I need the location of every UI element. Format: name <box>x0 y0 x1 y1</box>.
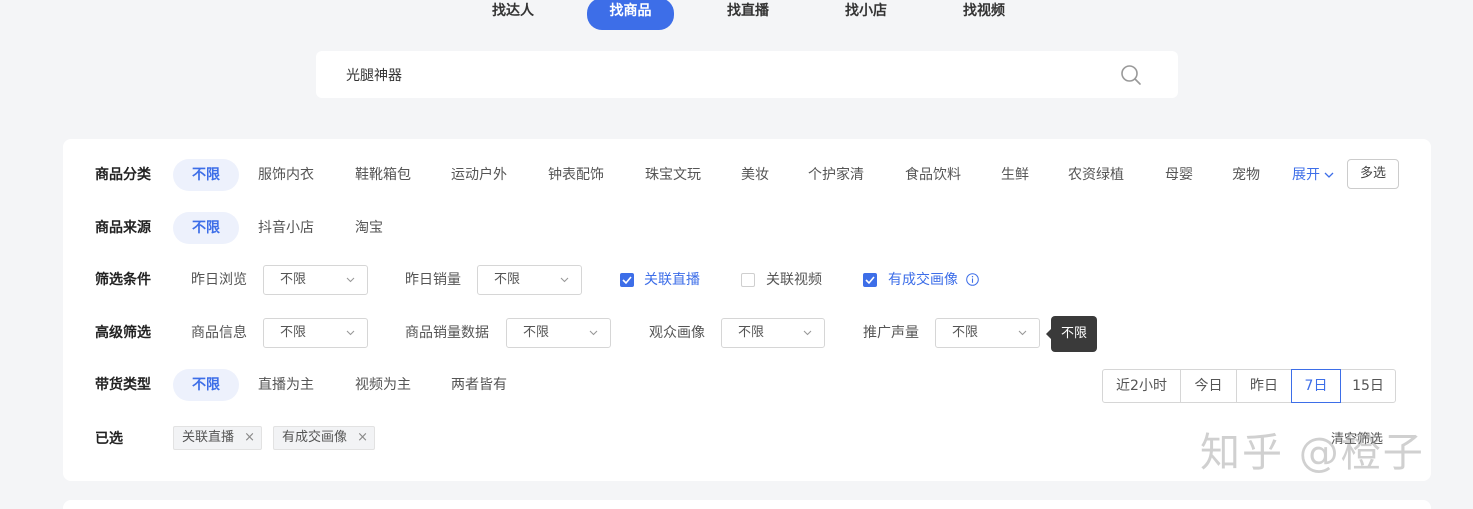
clear-filters-link[interactable]: 清空筛选 <box>1331 428 1383 447</box>
tab-find-shop[interactable]: 找小店 <box>831 0 901 30</box>
conditions-row: 筛选条件 昨日浏览 不限 昨日销量 不限 关联直播 关联视频 有成交画像 <box>63 265 1431 297</box>
chevron-down-icon <box>1018 330 1027 336</box>
source-option-all[interactable]: 不限 <box>173 212 239 244</box>
search-icon[interactable] <box>1120 64 1142 86</box>
close-icon[interactable]: × <box>244 427 255 449</box>
source-row: 商品来源 不限 抖音小店 淘宝 <box>63 212 1431 244</box>
yesterday-views-value: 不限 <box>280 272 307 287</box>
category-option[interactable]: 美妆 <box>741 159 769 191</box>
expand-button[interactable]: 展开 <box>1292 159 1334 191</box>
close-icon[interactable]: × <box>357 427 368 449</box>
audience-select[interactable]: 不限 <box>721 318 825 348</box>
delivery-label: 带货类型 <box>95 377 151 393</box>
product-info-select[interactable]: 不限 <box>263 318 368 348</box>
selected-tag-label: 有成交画像 <box>282 430 348 445</box>
chevron-down-icon <box>346 277 355 283</box>
conditions-label: 筛选条件 <box>95 272 151 288</box>
delivery-option[interactable]: 两者皆有 <box>451 369 507 401</box>
delivery-option[interactable]: 直播为主 <box>258 369 314 401</box>
advanced-row: 高级筛选 商品信息 不限 商品销量数据 不限 观众画像 不限 推广声量 不限 不… <box>63 316 1431 352</box>
selected-tag: 关联直播 × <box>173 426 262 450</box>
linked-live-checkbox[interactable] <box>620 273 634 287</box>
audience-label: 观众画像 <box>649 325 705 341</box>
time-range-7d[interactable]: 7日 <box>1291 369 1341 403</box>
yesterday-views-select[interactable]: 不限 <box>263 265 368 295</box>
promo-volume-label: 推广声量 <box>863 325 919 341</box>
tab-find-influencer[interactable]: 找达人 <box>478 0 548 30</box>
time-range-15d[interactable]: 15日 <box>1340 369 1396 403</box>
product-info-label: 商品信息 <box>191 325 247 341</box>
top-tab-bar: 找达人 找商品 找直播 找小店 找视频 <box>0 0 1473 30</box>
search-bar <box>316 51 1178 98</box>
selected-row: 已选 关联直播 × 有成交画像 × 清空筛选 <box>63 426 1431 458</box>
category-option-all[interactable]: 不限 <box>173 159 239 191</box>
category-option[interactable]: 个护家清 <box>808 159 864 191</box>
tab-find-product[interactable]: 找商品 <box>587 0 674 30</box>
category-row: 商品分类 不限 服饰内衣 鞋靴箱包 运动户外 钟表配饰 珠宝文玩 美妆 个护家清… <box>63 159 1431 191</box>
info-icon[interactable] <box>966 273 979 286</box>
promo-volume-select[interactable]: 不限 <box>935 318 1040 348</box>
yesterday-sales-select[interactable]: 不限 <box>477 265 582 295</box>
category-option[interactable]: 食品饮料 <box>905 159 961 191</box>
chevron-down-icon <box>346 330 355 336</box>
category-option[interactable]: 母婴 <box>1165 159 1193 191</box>
selected-tag-label: 关联直播 <box>182 430 235 445</box>
delivery-option[interactable]: 视频为主 <box>355 369 411 401</box>
check-icon <box>865 276 875 285</box>
promo-volume-value: 不限 <box>952 325 979 340</box>
chevron-down-icon <box>560 277 569 283</box>
chevron-down-icon <box>1324 172 1334 178</box>
sales-data-select[interactable]: 不限 <box>506 318 611 348</box>
time-range-yesterday[interactable]: 昨日 <box>1236 369 1292 403</box>
tab-find-live[interactable]: 找直播 <box>713 0 783 30</box>
source-label: 商品来源 <box>95 220 151 236</box>
selected-tag: 有成交画像 × <box>273 426 375 450</box>
category-label: 商品分类 <box>95 167 151 183</box>
category-option[interactable]: 生鲜 <box>1001 159 1029 191</box>
delivery-option-all[interactable]: 不限 <box>173 369 239 401</box>
sales-data-value: 不限 <box>523 325 550 340</box>
category-option[interactable]: 宠物 <box>1232 159 1260 191</box>
advanced-label: 高级筛选 <box>95 325 151 341</box>
category-option[interactable]: 珠宝文玩 <box>645 159 701 191</box>
category-option[interactable]: 鞋靴箱包 <box>355 159 411 191</box>
has-portrait-checkbox[interactable] <box>863 273 877 287</box>
delivery-row: 带货类型 不限 直播为主 视频为主 两者皆有 近2小时 今日 昨日 7日 15日 <box>63 369 1431 403</box>
results-panel <box>63 500 1431 509</box>
yesterday-views-label: 昨日浏览 <box>191 272 247 288</box>
category-option[interactable]: 服饰内衣 <box>258 159 314 191</box>
audience-value: 不限 <box>738 325 765 340</box>
multi-select-button[interactable]: 多选 <box>1347 159 1399 189</box>
yesterday-sales-label: 昨日销量 <box>405 272 461 288</box>
linked-live-label[interactable]: 关联直播 <box>644 265 700 295</box>
time-range-selector: 近2小时 今日 昨日 7日 15日 <box>1102 369 1396 403</box>
category-option[interactable]: 钟表配饰 <box>548 159 604 191</box>
linked-video-checkbox[interactable] <box>741 273 755 287</box>
yesterday-sales-value: 不限 <box>494 272 521 287</box>
time-range-2h[interactable]: 近2小时 <box>1102 369 1181 403</box>
has-portrait-label[interactable]: 有成交画像 <box>888 265 958 295</box>
check-icon <box>622 276 632 285</box>
category-option[interactable]: 运动户外 <box>451 159 507 191</box>
source-option[interactable]: 抖音小店 <box>258 212 314 244</box>
search-input[interactable] <box>346 51 1106 98</box>
time-range-today[interactable]: 今日 <box>1180 369 1237 403</box>
chevron-down-icon <box>589 330 598 336</box>
expand-label: 展开 <box>1292 167 1320 183</box>
sales-data-label: 商品销量数据 <box>405 325 489 341</box>
filter-panel: 商品分类 不限 服饰内衣 鞋靴箱包 运动户外 钟表配饰 珠宝文玩 美妆 个护家清… <box>63 139 1431 481</box>
selected-label: 已选 <box>95 431 123 447</box>
tooltip: 不限 <box>1046 316 1097 352</box>
tab-find-video[interactable]: 找视频 <box>949 0 1019 30</box>
product-info-value: 不限 <box>280 325 307 340</box>
chevron-down-icon <box>803 330 812 336</box>
source-option[interactable]: 淘宝 <box>355 212 383 244</box>
linked-video-label[interactable]: 关联视频 <box>766 265 822 295</box>
category-option[interactable]: 农资绿植 <box>1068 159 1124 191</box>
